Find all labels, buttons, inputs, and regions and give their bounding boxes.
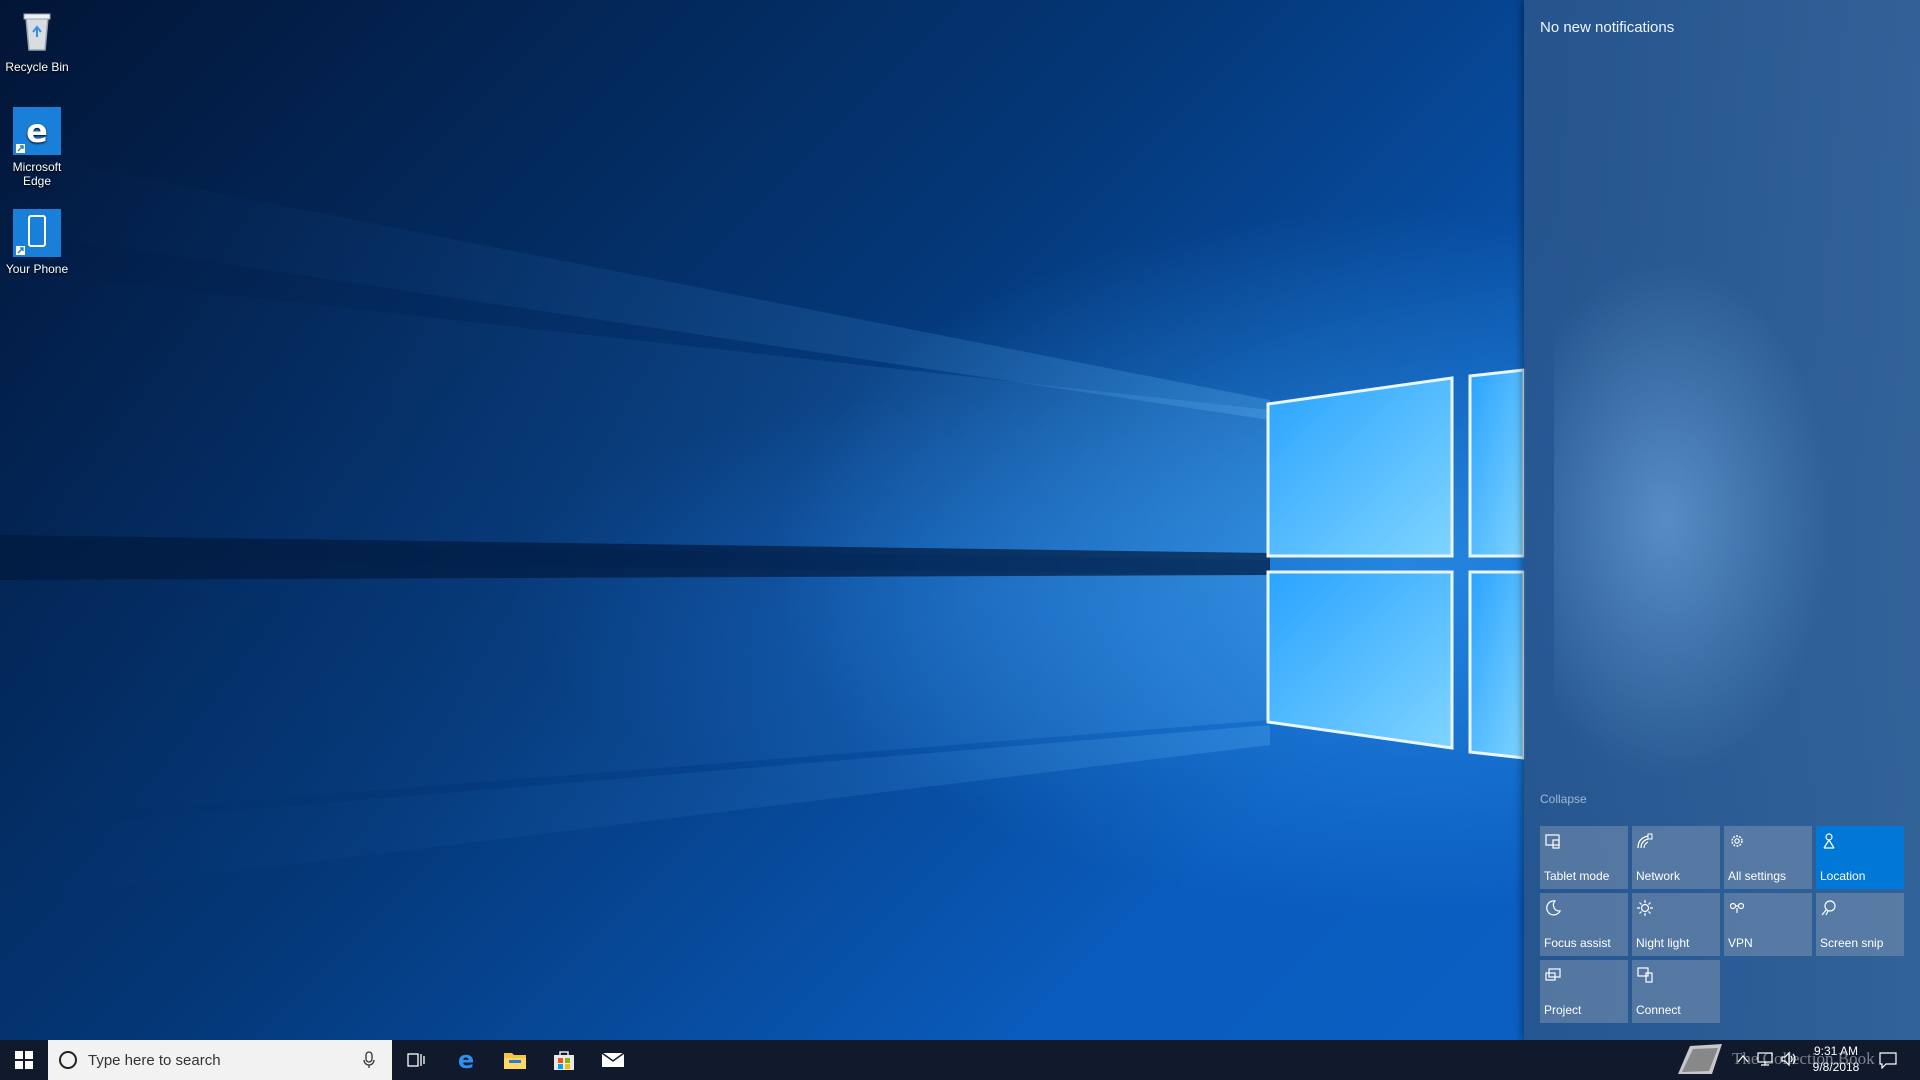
quick-action-location[interactable]: Location bbox=[1816, 826, 1904, 889]
phone-icon bbox=[12, 208, 62, 258]
store-icon bbox=[554, 1051, 574, 1070]
edge-icon: e bbox=[12, 106, 62, 156]
quick-action-project[interactable]: Project bbox=[1540, 960, 1628, 1023]
collapse-link[interactable]: Collapse bbox=[1540, 792, 1587, 806]
action-center-panel: No new notifications Collapse Tablet mod… bbox=[1524, 0, 1920, 1040]
cortana-icon bbox=[59, 1051, 77, 1069]
vpn-icon bbox=[1729, 902, 1745, 913]
quick-action-connect[interactable]: Connect bbox=[1632, 960, 1720, 1023]
clock[interactable]: 9:31 AM 9/8/2018 bbox=[1798, 1043, 1874, 1075]
sun-icon bbox=[1637, 900, 1653, 916]
clock-time: 9:31 AM bbox=[1813, 1044, 1859, 1058]
quick-action-screen-snip[interactable]: Screen snip bbox=[1816, 893, 1904, 956]
tile-label: VPN bbox=[1728, 936, 1753, 950]
desktop-icon-your-phone[interactable]: Your Phone bbox=[4, 208, 70, 276]
edge-icon: e bbox=[458, 1048, 474, 1072]
microphone-icon[interactable] bbox=[362, 1051, 376, 1069]
taskbar-file-explorer[interactable] bbox=[491, 1040, 539, 1080]
clock-date: 9/8/2018 bbox=[1812, 1060, 1860, 1074]
taskbar: Type here to search e The Collection Boo… bbox=[0, 1040, 1920, 1080]
tile-label: Focus assist bbox=[1544, 936, 1611, 950]
quick-action-focus-assist[interactable]: Focus assist bbox=[1540, 893, 1628, 956]
quick-action-night-light[interactable]: Night light bbox=[1632, 893, 1720, 956]
start-button[interactable] bbox=[0, 1040, 48, 1080]
network-tray-icon[interactable] bbox=[1756, 1051, 1774, 1067]
tile-label: Connect bbox=[1636, 1003, 1681, 1017]
svg-text:e: e bbox=[458, 1048, 474, 1072]
task-view-button[interactable] bbox=[392, 1040, 440, 1080]
tile-label: Night light bbox=[1636, 936, 1690, 950]
network-icon bbox=[1637, 833, 1653, 849]
volume-icon[interactable] bbox=[1780, 1051, 1798, 1067]
mail-icon bbox=[601, 1052, 625, 1067]
snip-icon bbox=[1821, 900, 1836, 916]
taskbar-edge[interactable]: e bbox=[442, 1040, 490, 1080]
windows-start-icon bbox=[15, 1051, 33, 1069]
book-logo-icon bbox=[1678, 1044, 1722, 1074]
quick-action-network[interactable]: Network bbox=[1632, 826, 1720, 889]
recycle-bin-icon bbox=[12, 6, 62, 56]
moon-icon bbox=[1546, 900, 1562, 916]
project-icon bbox=[1545, 968, 1561, 981]
desktop-icon-label: Recycle Bin bbox=[5, 60, 69, 74]
desktop-icon-label: Microsoft Edge bbox=[12, 160, 62, 188]
connect-icon bbox=[1637, 967, 1653, 983]
desktop-icon-microsoft-edge[interactable]: e Microsoft Edge bbox=[4, 106, 70, 188]
desktop-icon-label: Your Phone bbox=[5, 262, 69, 276]
svg-text:e: e bbox=[26, 112, 48, 150]
tile-label: All settings bbox=[1728, 869, 1787, 883]
tablet-mode-icon bbox=[1545, 834, 1560, 849]
no-notifications-text: No new notifications bbox=[1540, 19, 1675, 36]
task-view-icon bbox=[407, 1053, 425, 1067]
tile-label: Location bbox=[1820, 869, 1866, 883]
action-center-icon[interactable] bbox=[1878, 1051, 1898, 1069]
quick-action-vpn[interactable]: VPN bbox=[1724, 893, 1812, 956]
taskbar-mail[interactable] bbox=[589, 1040, 637, 1080]
tile-label: Screen snip bbox=[1820, 936, 1884, 950]
tile-label: Tablet mode bbox=[1544, 869, 1610, 883]
chevron-up-icon[interactable] bbox=[1736, 1052, 1750, 1066]
search-box[interactable]: Type here to search bbox=[48, 1040, 392, 1080]
desktop[interactable]: Recycle Bin e Microsoft Edge Your Phone … bbox=[0, 0, 1920, 1040]
quick-action-all-settings[interactable]: All settings bbox=[1724, 826, 1812, 889]
search-placeholder: Type here to search bbox=[88, 1052, 221, 1069]
quick-action-tablet-mode[interactable]: Tablet mode bbox=[1540, 826, 1628, 889]
desktop-icon-recycle-bin[interactable]: Recycle Bin bbox=[4, 6, 70, 74]
location-icon bbox=[1823, 833, 1835, 849]
taskbar-store[interactable] bbox=[540, 1040, 588, 1080]
tile-label: Network bbox=[1636, 869, 1681, 883]
file-explorer-icon bbox=[504, 1053, 526, 1069]
tile-label: Project bbox=[1544, 1003, 1582, 1017]
gear-icon bbox=[1731, 835, 1743, 847]
